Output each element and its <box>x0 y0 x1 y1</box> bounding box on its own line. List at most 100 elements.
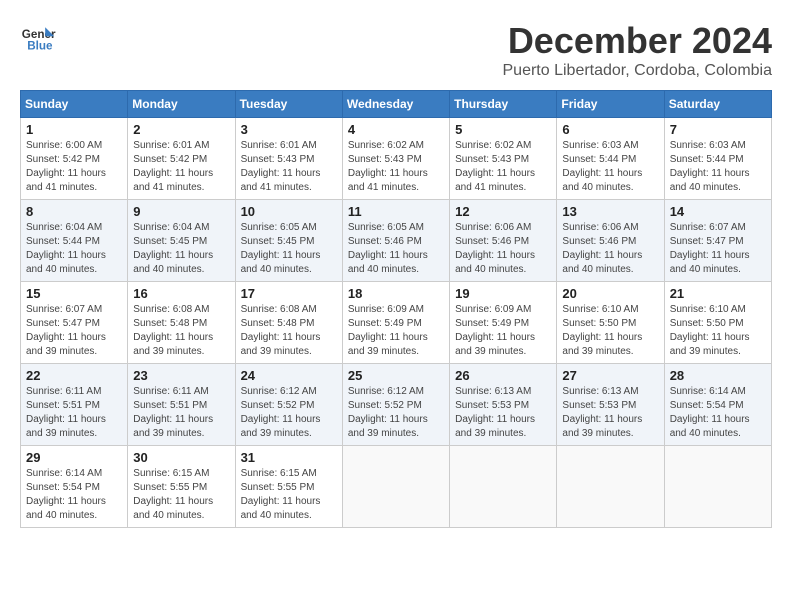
day-info: Sunrise: 6:08 AM Sunset: 5:48 PM Dayligh… <box>241 303 337 359</box>
day-number: 4 <box>348 122 444 137</box>
weekday-header: Monday <box>128 91 235 118</box>
day-number: 15 <box>26 286 122 301</box>
day-number: 25 <box>348 368 444 383</box>
calendar-week-row: 1 Sunrise: 6:00 AM Sunset: 5:42 PM Dayli… <box>21 118 772 200</box>
calendar-cell: 23 Sunrise: 6:11 AM Sunset: 5:51 PM Dayl… <box>128 364 235 446</box>
calendar-cell: 30 Sunrise: 6:15 AM Sunset: 5:55 PM Dayl… <box>128 446 235 528</box>
calendar-cell <box>557 446 664 528</box>
day-info: Sunrise: 6:09 AM Sunset: 5:49 PM Dayligh… <box>455 303 551 359</box>
day-number: 21 <box>670 286 766 301</box>
day-number: 19 <box>455 286 551 301</box>
day-info: Sunrise: 6:07 AM Sunset: 5:47 PM Dayligh… <box>670 221 766 277</box>
page-header: General Blue December 2024 Puerto Libert… <box>20 20 772 80</box>
calendar-cell: 16 Sunrise: 6:08 AM Sunset: 5:48 PM Dayl… <box>128 282 235 364</box>
svg-text:Blue: Blue <box>27 40 53 53</box>
weekday-header-row: SundayMondayTuesdayWednesdayThursdayFrid… <box>21 91 772 118</box>
calendar-cell: 18 Sunrise: 6:09 AM Sunset: 5:49 PM Dayl… <box>342 282 449 364</box>
calendar-cell: 10 Sunrise: 6:05 AM Sunset: 5:45 PM Dayl… <box>235 200 342 282</box>
day-number: 27 <box>562 368 658 383</box>
day-info: Sunrise: 6:10 AM Sunset: 5:50 PM Dayligh… <box>670 303 766 359</box>
calendar-cell: 15 Sunrise: 6:07 AM Sunset: 5:47 PM Dayl… <box>21 282 128 364</box>
day-info: Sunrise: 6:14 AM Sunset: 5:54 PM Dayligh… <box>26 467 122 523</box>
calendar-cell: 6 Sunrise: 6:03 AM Sunset: 5:44 PM Dayli… <box>557 118 664 200</box>
month-title: December 2024 <box>503 20 773 62</box>
calendar-cell: 3 Sunrise: 6:01 AM Sunset: 5:43 PM Dayli… <box>235 118 342 200</box>
calendar-cell: 4 Sunrise: 6:02 AM Sunset: 5:43 PM Dayli… <box>342 118 449 200</box>
day-info: Sunrise: 6:03 AM Sunset: 5:44 PM Dayligh… <box>562 139 658 195</box>
calendar-table: SundayMondayTuesdayWednesdayThursdayFrid… <box>20 90 772 528</box>
calendar-cell: 21 Sunrise: 6:10 AM Sunset: 5:50 PM Dayl… <box>664 282 771 364</box>
calendar-cell: 22 Sunrise: 6:11 AM Sunset: 5:51 PM Dayl… <box>21 364 128 446</box>
day-number: 29 <box>26 450 122 465</box>
day-info: Sunrise: 6:13 AM Sunset: 5:53 PM Dayligh… <box>455 385 551 441</box>
day-info: Sunrise: 6:05 AM Sunset: 5:45 PM Dayligh… <box>241 221 337 277</box>
day-info: Sunrise: 6:01 AM Sunset: 5:42 PM Dayligh… <box>133 139 229 195</box>
calendar-week-row: 22 Sunrise: 6:11 AM Sunset: 5:51 PM Dayl… <box>21 364 772 446</box>
day-number: 20 <box>562 286 658 301</box>
day-number: 11 <box>348 204 444 219</box>
logo: General Blue <box>20 20 56 56</box>
day-number: 31 <box>241 450 337 465</box>
day-info: Sunrise: 6:01 AM Sunset: 5:43 PM Dayligh… <box>241 139 337 195</box>
location-title: Puerto Libertador, Cordoba, Colombia <box>503 62 773 80</box>
day-info: Sunrise: 6:04 AM Sunset: 5:45 PM Dayligh… <box>133 221 229 277</box>
title-section: December 2024 Puerto Libertador, Cordoba… <box>503 20 773 80</box>
day-number: 6 <box>562 122 658 137</box>
day-number: 7 <box>670 122 766 137</box>
day-info: Sunrise: 6:04 AM Sunset: 5:44 PM Dayligh… <box>26 221 122 277</box>
calendar-week-row: 29 Sunrise: 6:14 AM Sunset: 5:54 PM Dayl… <box>21 446 772 528</box>
day-info: Sunrise: 6:12 AM Sunset: 5:52 PM Dayligh… <box>241 385 337 441</box>
weekday-header: Friday <box>557 91 664 118</box>
day-info: Sunrise: 6:12 AM Sunset: 5:52 PM Dayligh… <box>348 385 444 441</box>
day-info: Sunrise: 6:11 AM Sunset: 5:51 PM Dayligh… <box>26 385 122 441</box>
day-info: Sunrise: 6:15 AM Sunset: 5:55 PM Dayligh… <box>241 467 337 523</box>
day-number: 24 <box>241 368 337 383</box>
day-number: 17 <box>241 286 337 301</box>
calendar-cell: 12 Sunrise: 6:06 AM Sunset: 5:46 PM Dayl… <box>450 200 557 282</box>
calendar-cell: 1 Sunrise: 6:00 AM Sunset: 5:42 PM Dayli… <box>21 118 128 200</box>
day-number: 26 <box>455 368 551 383</box>
day-number: 9 <box>133 204 229 219</box>
day-info: Sunrise: 6:14 AM Sunset: 5:54 PM Dayligh… <box>670 385 766 441</box>
calendar-cell: 7 Sunrise: 6:03 AM Sunset: 5:44 PM Dayli… <box>664 118 771 200</box>
weekday-header: Saturday <box>664 91 771 118</box>
calendar-cell: 8 Sunrise: 6:04 AM Sunset: 5:44 PM Dayli… <box>21 200 128 282</box>
day-number: 22 <box>26 368 122 383</box>
calendar-cell: 24 Sunrise: 6:12 AM Sunset: 5:52 PM Dayl… <box>235 364 342 446</box>
weekday-header: Sunday <box>21 91 128 118</box>
weekday-header: Thursday <box>450 91 557 118</box>
day-info: Sunrise: 6:06 AM Sunset: 5:46 PM Dayligh… <box>562 221 658 277</box>
calendar-cell: 2 Sunrise: 6:01 AM Sunset: 5:42 PM Dayli… <box>128 118 235 200</box>
calendar-cell <box>664 446 771 528</box>
day-number: 3 <box>241 122 337 137</box>
calendar-cell <box>342 446 449 528</box>
day-number: 2 <box>133 122 229 137</box>
day-info: Sunrise: 6:09 AM Sunset: 5:49 PM Dayligh… <box>348 303 444 359</box>
day-info: Sunrise: 6:13 AM Sunset: 5:53 PM Dayligh… <box>562 385 658 441</box>
day-number: 28 <box>670 368 766 383</box>
day-number: 14 <box>670 204 766 219</box>
day-number: 16 <box>133 286 229 301</box>
calendar-cell: 13 Sunrise: 6:06 AM Sunset: 5:46 PM Dayl… <box>557 200 664 282</box>
day-number: 23 <box>133 368 229 383</box>
calendar-cell: 5 Sunrise: 6:02 AM Sunset: 5:43 PM Dayli… <box>450 118 557 200</box>
day-info: Sunrise: 6:03 AM Sunset: 5:44 PM Dayligh… <box>670 139 766 195</box>
day-info: Sunrise: 6:10 AM Sunset: 5:50 PM Dayligh… <box>562 303 658 359</box>
day-info: Sunrise: 6:00 AM Sunset: 5:42 PM Dayligh… <box>26 139 122 195</box>
calendar-cell: 25 Sunrise: 6:12 AM Sunset: 5:52 PM Dayl… <box>342 364 449 446</box>
calendar-cell: 11 Sunrise: 6:05 AM Sunset: 5:46 PM Dayl… <box>342 200 449 282</box>
calendar-week-row: 8 Sunrise: 6:04 AM Sunset: 5:44 PM Dayli… <box>21 200 772 282</box>
logo-icon: General Blue <box>20 20 56 56</box>
day-info: Sunrise: 6:06 AM Sunset: 5:46 PM Dayligh… <box>455 221 551 277</box>
calendar-cell: 19 Sunrise: 6:09 AM Sunset: 5:49 PM Dayl… <box>450 282 557 364</box>
day-number: 18 <box>348 286 444 301</box>
day-number: 12 <box>455 204 551 219</box>
day-info: Sunrise: 6:08 AM Sunset: 5:48 PM Dayligh… <box>133 303 229 359</box>
weekday-header: Wednesday <box>342 91 449 118</box>
calendar-cell: 17 Sunrise: 6:08 AM Sunset: 5:48 PM Dayl… <box>235 282 342 364</box>
day-number: 13 <box>562 204 658 219</box>
weekday-header: Tuesday <box>235 91 342 118</box>
calendar-week-row: 15 Sunrise: 6:07 AM Sunset: 5:47 PM Dayl… <box>21 282 772 364</box>
calendar-cell <box>450 446 557 528</box>
day-number: 10 <box>241 204 337 219</box>
